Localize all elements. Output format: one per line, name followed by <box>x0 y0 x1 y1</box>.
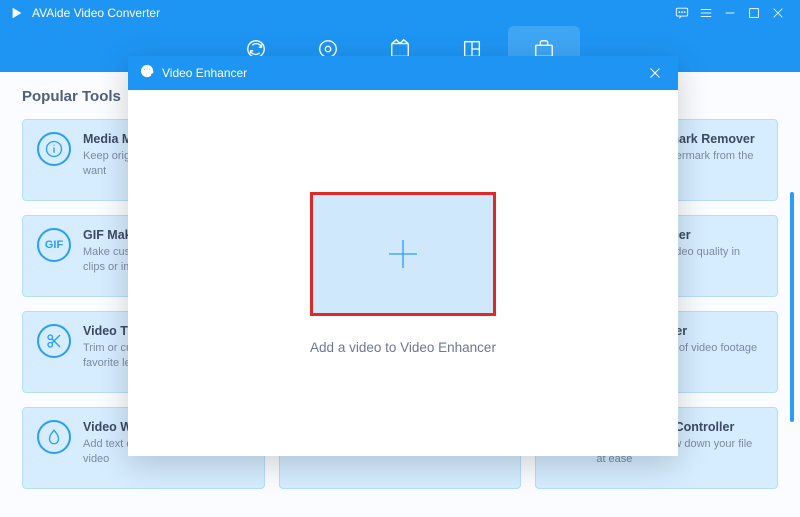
app-title: AVAide Video Converter <box>32 6 160 20</box>
titlebar: AVAide Video Converter <box>0 0 800 26</box>
scissors-icon <box>37 324 71 358</box>
menu-button[interactable] <box>694 1 718 25</box>
modal-close-button[interactable] <box>644 62 666 84</box>
add-video-dropzone[interactable] <box>310 192 496 316</box>
gif-icon: GIF <box>37 228 71 262</box>
close-button[interactable] <box>766 1 790 25</box>
video-enhancer-modal: Video Enhancer Add a video to Video Enha… <box>128 56 678 456</box>
app-logo-icon <box>10 6 24 20</box>
modal-title: Video Enhancer <box>162 66 247 80</box>
palette-icon <box>140 64 154 83</box>
watermark-icon <box>37 420 71 454</box>
info-icon <box>37 132 71 166</box>
dropzone-label: Add a video to Video Enhancer <box>310 340 496 355</box>
modal-body: Add a video to Video Enhancer <box>128 90 678 456</box>
maximize-button[interactable] <box>742 1 766 25</box>
feedback-button[interactable] <box>670 1 694 25</box>
scrollbar[interactable] <box>790 192 794 422</box>
minimize-button[interactable] <box>718 1 742 25</box>
plus-icon <box>383 234 423 274</box>
modal-header: Video Enhancer <box>128 56 678 90</box>
